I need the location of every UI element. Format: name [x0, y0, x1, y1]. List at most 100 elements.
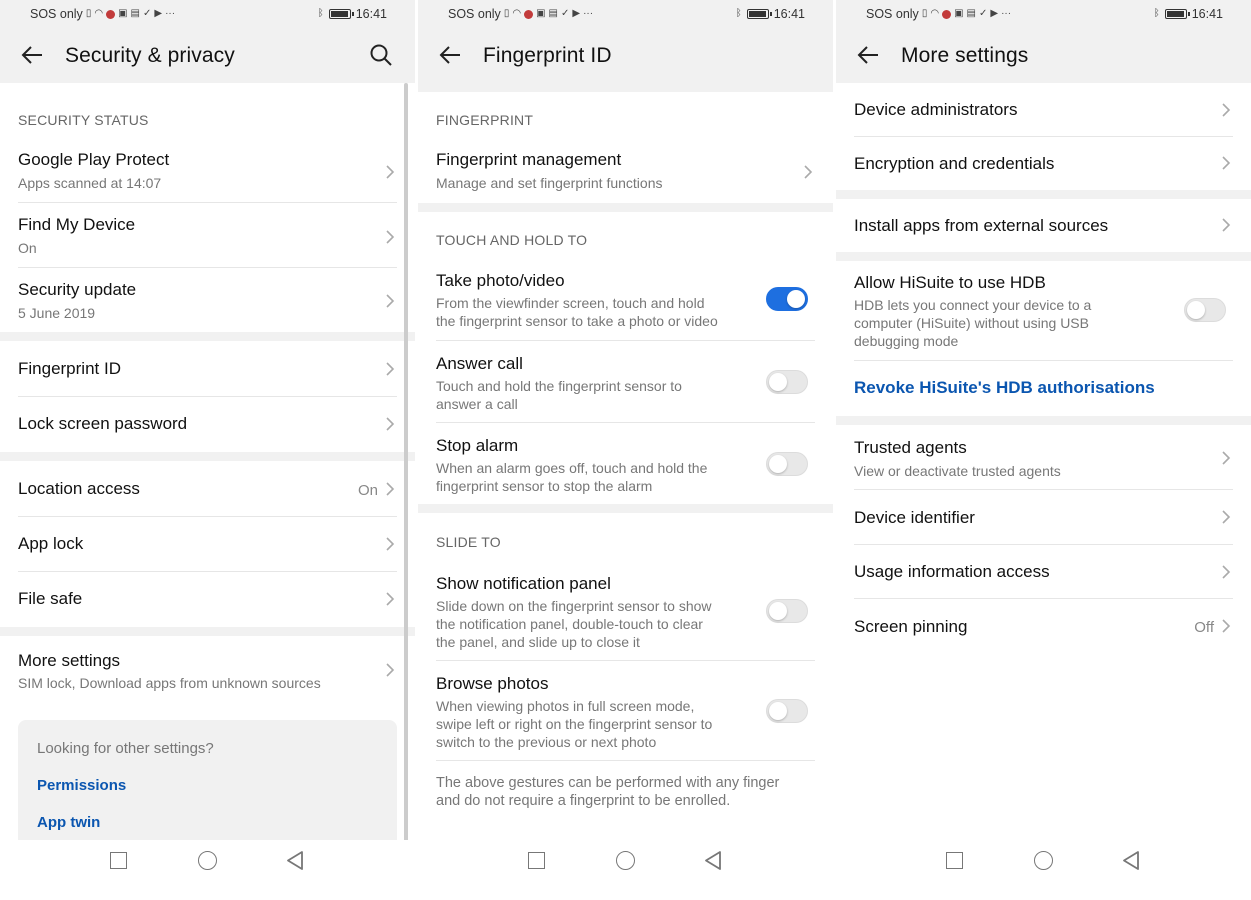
row-show-notification-panel[interactable]: Show notification panel Slide down on th… — [418, 561, 833, 661]
row-subtitle-line2: swipe left or right on the fingerprint s… — [436, 716, 713, 732]
row-usage-information-access[interactable]: Usage information access — [836, 545, 1251, 599]
row-screen-pinning[interactable]: Screen pinning Off — [836, 599, 1251, 654]
row-value: Off — [1194, 619, 1214, 636]
app-notification-icon — [106, 9, 116, 19]
toggle-allow-hisuite-hdb[interactable] — [1184, 298, 1226, 322]
row-title: Show notification panel — [436, 574, 611, 593]
row-allow-hisuite-hdb[interactable]: Allow HiSuite to use HDB HDB lets you co… — [836, 261, 1251, 361]
home-circle-icon[interactable] — [616, 851, 635, 870]
status-left: SOS only ▯ ◠ ▣ ▤ ✓ ▶ ··· — [448, 7, 593, 21]
row-device-administrators[interactable]: Device administrators — [836, 83, 1251, 137]
row-more-settings[interactable]: More settings SIM lock, Download apps fr… — [0, 636, 415, 702]
chevron-right-icon — [386, 592, 395, 606]
youtube-icon: ▣ — [536, 8, 546, 19]
carrier-status: SOS only — [866, 7, 919, 21]
battery-icon — [1164, 9, 1190, 19]
sim-icon: ▯ — [921, 8, 928, 19]
app-notification-icon — [524, 9, 534, 19]
back-triangle-icon[interactable] — [285, 850, 305, 871]
row-subtitle: Apps scanned at 14:07 — [18, 175, 162, 191]
status-right: ᛒ 16:41 — [318, 7, 387, 21]
chevron-right-icon — [386, 482, 395, 496]
row-title: Install apps from external sources — [854, 216, 1109, 235]
row-subtitle-line1: From the viewfinder screen, touch and ho… — [436, 295, 705, 311]
fingerprint-id-screen: SOS only ▯ ◠ ▣ ▤ ✓ ▶ ··· ᛒ 16:41 Fingerp… — [418, 0, 833, 900]
row-install-external-apps[interactable]: Install apps from external sources — [836, 199, 1251, 252]
chevron-right-icon — [1222, 218, 1231, 232]
row-revoke-hdb[interactable]: Revoke HiSuite's HDB authorisations — [836, 361, 1251, 416]
toggle-take-photo-video[interactable] — [766, 287, 808, 311]
sim-icon: ▯ — [503, 8, 510, 19]
section-header-touch-and-hold: TOUCH AND HOLD TO — [436, 232, 588, 248]
section-gap — [418, 504, 833, 513]
row-take-photo-video[interactable]: Take photo/video From the viewfinder scr… — [418, 259, 833, 341]
row-browse-photos[interactable]: Browse photos When viewing photos in ful… — [418, 661, 833, 761]
toggle-stop-alarm[interactable] — [766, 452, 808, 476]
row-subtitle-line3: switch to the previous or next photo — [436, 734, 657, 750]
more-settings-screen: SOS only ▯ ◠ ▣ ▤ ✓ ▶ ··· ᛒ 16:41 More se… — [836, 0, 1251, 900]
settings-list: FINGERPRINT Fingerprint management Manag… — [418, 83, 833, 840]
row-answer-call[interactable]: Answer call Touch and hold the fingerpri… — [418, 341, 833, 423]
row-title: Answer call — [436, 354, 523, 373]
row-trusted-agents[interactable]: Trusted agents View or deactivate truste… — [836, 425, 1251, 490]
row-subtitle-line1: When viewing photos in full screen mode, — [436, 698, 695, 714]
chevron-right-icon — [386, 165, 395, 179]
back-triangle-icon[interactable] — [1121, 850, 1141, 871]
battery-icon — [746, 9, 772, 19]
row-subtitle-line3: the panel, and slide up to close it — [436, 634, 640, 650]
recents-square-icon[interactable] — [946, 852, 963, 869]
home-circle-icon[interactable] — [1034, 851, 1053, 870]
row-subtitle: 5 June 2019 — [18, 305, 96, 321]
bluetooth-icon: ᛒ — [735, 8, 742, 19]
row-title: Fingerprint ID — [18, 359, 121, 378]
toggle-answer-call[interactable] — [766, 370, 808, 394]
app-bar: More settings — [836, 28, 1251, 83]
row-lock-screen-password[interactable]: Lock screen password — [0, 397, 415, 452]
row-device-identifier[interactable]: Device identifier — [836, 490, 1251, 545]
more-notifications-icon: ··· — [1001, 8, 1012, 19]
link-revoke-hdb-authorisations[interactable]: Revoke HiSuite's HDB authorisations — [854, 378, 1155, 398]
link-permissions[interactable]: Permissions — [37, 777, 126, 794]
navigation-bar — [0, 840, 415, 900]
chevron-right-icon — [386, 362, 395, 376]
chevron-right-icon — [1222, 619, 1231, 633]
row-subtitle-line2: the fingerprint sensor to take a photo o… — [436, 313, 718, 329]
row-file-safe[interactable]: File safe — [0, 572, 415, 627]
recents-square-icon[interactable] — [110, 852, 127, 869]
back-arrow-icon[interactable] — [438, 45, 462, 65]
row-encryption-credentials[interactable]: Encryption and credentials — [836, 137, 1251, 190]
row-location-access[interactable]: Location access On — [0, 461, 415, 517]
row-app-lock[interactable]: App lock — [0, 517, 415, 572]
back-arrow-icon[interactable] — [20, 45, 44, 65]
row-title: Browse photos — [436, 674, 549, 693]
toggle-browse-photos[interactable] — [766, 699, 808, 723]
back-triangle-icon[interactable] — [703, 850, 723, 871]
section-gap — [836, 190, 1251, 199]
status-bar: SOS only ▯ ◠ ▣ ▤ ✓ ▶ ··· ᛒ 16:41 — [418, 0, 833, 28]
link-app-twin[interactable]: App twin — [37, 814, 100, 831]
toggle-show-notification-panel[interactable] — [766, 599, 808, 623]
row-title: Google Play Protect — [18, 150, 170, 169]
row-title: Usage information access — [854, 562, 1050, 581]
row-find-my-device[interactable]: Find My Device On — [0, 203, 415, 268]
row-title: Trusted agents — [854, 438, 967, 457]
row-title: Screen pinning — [854, 617, 968, 636]
section-gap — [0, 452, 415, 461]
security-privacy-screen: SOS only ▯ ◠ ▣ ▤ ✓ ▶ ··· ᛒ 16:41 Securit… — [0, 0, 415, 900]
scrollbar[interactable] — [404, 83, 408, 845]
check-icon: ✓ — [978, 8, 988, 19]
facebook-icon: ▤ — [130, 8, 140, 19]
check-icon: ✓ — [142, 8, 152, 19]
row-google-play-protect[interactable]: Google Play Protect Apps scanned at 14:0… — [0, 138, 415, 203]
gesture-footnote-line1: The above gestures can be performed with… — [436, 775, 780, 791]
recents-square-icon[interactable] — [528, 852, 545, 869]
row-fingerprint-id[interactable]: Fingerprint ID — [0, 341, 415, 397]
back-arrow-icon[interactable] — [856, 45, 880, 65]
status-bar: SOS only ▯ ◠ ▣ ▤ ✓ ▶ ··· ᛒ 16:41 — [0, 0, 415, 28]
home-circle-icon[interactable] — [198, 851, 217, 870]
row-stop-alarm[interactable]: Stop alarm When an alarm goes off, touch… — [418, 423, 833, 504]
search-icon[interactable] — [369, 43, 393, 67]
row-security-update[interactable]: Security update 5 June 2019 — [0, 268, 415, 332]
row-fingerprint-management[interactable]: Fingerprint management Manage and set fi… — [418, 138, 833, 203]
row-subtitle-line2: computer (HiSuite) without using USB — [854, 315, 1089, 331]
